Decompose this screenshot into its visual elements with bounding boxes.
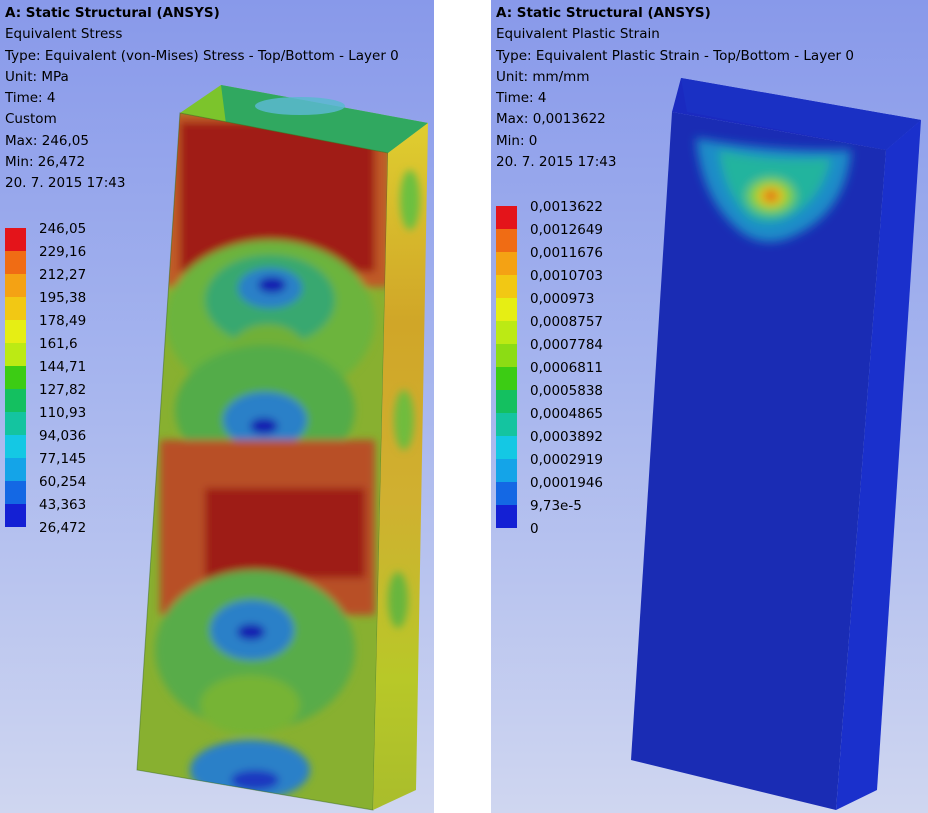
legend-swatch — [496, 229, 517, 252]
legend-value: 0,0011676 — [530, 245, 604, 261]
legend-swatch — [496, 344, 517, 367]
legend-swatch — [5, 251, 26, 274]
legend-value: 0,0006811 — [530, 360, 604, 376]
result-type: Type: Equivalent (von-Mises) Stress - To… — [5, 47, 399, 64]
result-time: Time: 4 — [496, 90, 547, 107]
result-date: 20. 7. 2015 17:43 — [5, 175, 126, 192]
analysis-title: A: Static Structural (ANSYS) — [5, 5, 220, 21]
result-type: Type: Equivalent Plastic Strain - Top/Bo… — [496, 47, 854, 64]
legend-swatch — [5, 343, 26, 366]
legend-swatch — [496, 459, 517, 482]
legend-swatch — [496, 252, 517, 275]
legend-value: 144,71 — [39, 359, 87, 375]
strain-result-info: A: Static Structural (ANSYS) Equivalent … — [496, 3, 854, 173]
legend-swatch — [496, 206, 517, 229]
legend-value: 43,363 — [39, 497, 87, 513]
legend-value: 229,16 — [39, 244, 87, 260]
legend-value: 161,6 — [39, 336, 78, 352]
legend-swatch — [496, 367, 517, 390]
legend-value: 0,0001946 — [530, 475, 604, 491]
legend-swatch — [496, 390, 517, 413]
legend-value: 212,27 — [39, 267, 87, 283]
legend-value: 0,0003892 — [530, 429, 604, 445]
result-min: Min: 26,472 — [5, 154, 86, 171]
legend-swatch — [5, 320, 26, 343]
legend-swatch — [496, 436, 517, 459]
legend-value: 77,145 — [39, 451, 87, 467]
legend-swatch — [5, 504, 26, 527]
legend-swatch — [5, 274, 26, 297]
legend-swatch — [5, 366, 26, 389]
legend-swatch — [5, 458, 26, 481]
result-time: Time: 4 — [5, 90, 56, 107]
legend-swatch — [496, 482, 517, 505]
result-unit: Unit: MPa — [5, 68, 69, 85]
legend-value: 0,0012649 — [530, 222, 604, 238]
legend-value: 0 — [530, 521, 539, 537]
legend-swatch — [496, 413, 517, 436]
legend-value: 110,93 — [39, 405, 87, 421]
legend-swatch — [5, 481, 26, 504]
legend-value: 195,38 — [39, 290, 87, 306]
legend-value: 0,0013622 — [530, 199, 604, 215]
stress-result-info: A: Static Structural (ANSYS) Equivalent … — [5, 3, 399, 195]
legend-value: 0,0008757 — [530, 314, 604, 330]
legend-value: 0,000973 — [530, 291, 595, 307]
legend-mode: Custom — [5, 111, 57, 128]
legend-swatch — [496, 321, 517, 344]
result-unit: Unit: mm/mm — [496, 68, 590, 85]
legend-value: 246,05 — [39, 221, 87, 237]
legend-value: 0,0002919 — [530, 452, 604, 468]
legend-value: 60,254 — [39, 474, 87, 490]
legend-swatch — [5, 435, 26, 458]
legend-value: 127,82 — [39, 382, 87, 398]
legend-swatch — [5, 412, 26, 435]
stress-result-viewport[interactable]: A: Static Structural (ANSYS) Equivalent … — [0, 0, 434, 813]
result-name: Equivalent Stress — [5, 26, 123, 43]
legend-value: 0,0005838 — [530, 383, 604, 399]
analysis-title: A: Static Structural (ANSYS) — [496, 5, 711, 21]
result-min: Min: 0 — [496, 132, 538, 149]
legend-swatch — [5, 297, 26, 320]
result-date: 20. 7. 2015 17:43 — [496, 154, 617, 171]
result-max: Max: 246,05 — [5, 132, 89, 149]
result-max: Max: 0,0013622 — [496, 111, 606, 128]
model-front-face — [137, 113, 388, 810]
legend-swatch — [496, 275, 517, 298]
legend-value: 94,036 — [39, 428, 87, 444]
result-name: Equivalent Plastic Strain — [496, 26, 660, 43]
legend-value: 0,0004865 — [530, 406, 604, 422]
legend-value: 0,0010703 — [530, 268, 604, 284]
legend-value: 0,0007784 — [530, 337, 604, 353]
legend-swatch — [496, 505, 517, 528]
legend-value: 26,472 — [39, 520, 87, 536]
legend-swatch — [496, 298, 517, 321]
legend-swatch — [5, 389, 26, 412]
legend-value: 178,49 — [39, 313, 87, 329]
plastic-strain-result-viewport[interactable]: A: Static Structural (ANSYS) Equivalent … — [491, 0, 928, 813]
legend-value: 9,73e-5 — [530, 498, 582, 514]
legend-swatch — [5, 228, 26, 251]
